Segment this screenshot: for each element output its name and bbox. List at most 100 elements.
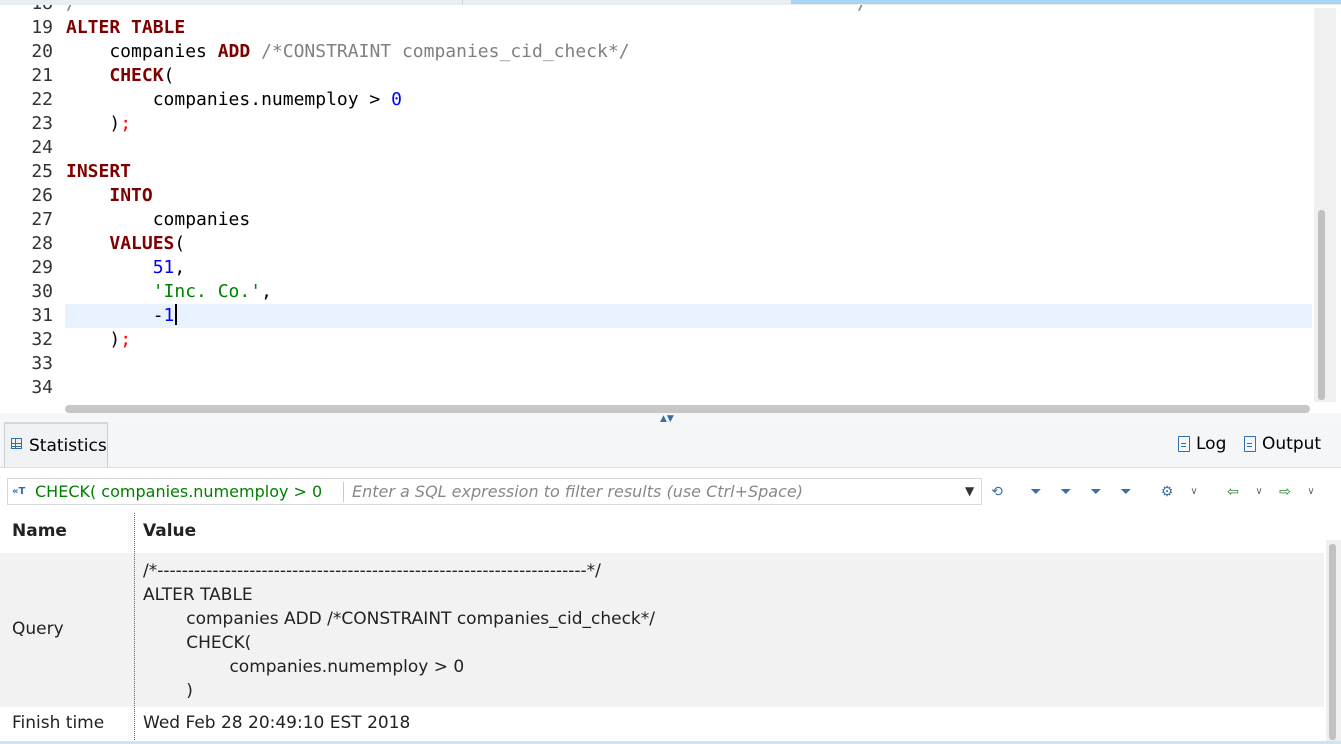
editor-line[interactable]: 27 companies — [0, 208, 1312, 232]
line-code[interactable]: ); — [65, 328, 1312, 352]
column-divider[interactable] — [134, 513, 135, 744]
code-token: VALUES — [109, 233, 175, 254]
code-token: , — [261, 281, 272, 302]
line-code[interactable]: companies ADD /*CONSTRAINT companies_cid… — [65, 40, 1312, 64]
code-token: INSERT — [66, 161, 132, 182]
line-number: 31 — [31, 305, 53, 326]
line-number: 27 — [31, 209, 53, 230]
arrow-right-icon[interactable]: ⇨ — [1274, 481, 1296, 503]
grid-vertical-scroll-thumb[interactable] — [1329, 544, 1336, 740]
tab-log-label: Log — [1196, 434, 1227, 454]
code-token: /*CONSTRAINT companies_cid_check*/ — [250, 41, 630, 62]
refresh-icon[interactable]: ⟲ — [986, 481, 1008, 503]
line-code[interactable]: companies.numemploy > 0 — [65, 88, 1312, 112]
line-number: 20 — [31, 41, 53, 62]
filter-history-icon[interactable]: ⏷ — [1085, 481, 1107, 503]
grid-vertical-scrollbar[interactable] — [1326, 540, 1341, 744]
code-token: 1 — [163, 305, 175, 326]
query-value-line: companies.numemploy > 0 — [143, 657, 465, 677]
code-token: ( — [174, 233, 186, 254]
editor-line[interactable]: 20 companies ADD /*CONSTRAINT companies_… — [0, 40, 1312, 64]
line-number: 22 — [31, 89, 53, 110]
line-code[interactable] — [65, 136, 1312, 160]
filter-placeholder[interactable]: Enter a SQL expression to filter results… — [352, 482, 803, 501]
table-row[interactable]: Query /*--------------------------------… — [0, 553, 1324, 707]
editor-line[interactable]: 28 VALUES( — [0, 232, 1312, 256]
chevron-down-icon[interactable]: ∨ — [1183, 481, 1205, 503]
editor-vertical-scroll-thumb[interactable] — [1318, 210, 1325, 400]
chevron-down-icon[interactable]: ▼ — [965, 484, 974, 498]
line-code[interactable]: companies — [65, 208, 1312, 232]
tab-statistics[interactable]: Statistics — [4, 422, 108, 467]
line-number: 24 — [31, 137, 53, 158]
editor-line[interactable]: 21 CHECK( — [0, 64, 1312, 88]
line-code[interactable] — [65, 376, 1312, 400]
line-code[interactable]: -1 — [65, 304, 1312, 328]
filter-apply-icon[interactable]: ⏷ — [1025, 481, 1047, 503]
filter-clear-icon[interactable]: ⏷ — [1055, 481, 1077, 503]
editor-line[interactable]: 23 ); — [0, 112, 1312, 136]
table-icon — [11, 438, 22, 449]
line-code[interactable]: INTO — [65, 184, 1312, 208]
code-token: 0 — [391, 89, 402, 110]
filter-active-text[interactable]: CHECK( companies.numemploy > 0 — [35, 482, 322, 501]
query-value-line: ALTER TABLE — [143, 585, 253, 605]
query-value-line: /*--------------------------------------… — [143, 561, 601, 581]
filter-input[interactable]: «T CHECK( companies.numemploy > 0 Enter … — [7, 478, 982, 505]
editor-line[interactable]: 29 51, — [0, 256, 1312, 280]
editor-line[interactable]: 19 ALTER TABLE — [0, 16, 1312, 40]
editor-line[interactable]: 18 /*------------------------------------… — [0, 5, 1312, 16]
row-name-query: Query — [12, 619, 64, 639]
line-number: 33 — [31, 353, 53, 374]
editor-line[interactable]: 34 — [0, 376, 1312, 400]
editor-line[interactable]: 22 companies.numemploy > 0 — [0, 88, 1312, 112]
editor-tab-segment[interactable] — [0, 0, 463, 4]
line-number: 23 — [31, 113, 53, 134]
sql-editor[interactable]: 18 /*------------------------------------… — [0, 5, 1341, 408]
arrow-left-icon[interactable]: ⇦ — [1222, 481, 1244, 503]
chevron-down-icon[interactable]: ∨ — [1300, 481, 1322, 503]
tab-statistics-label: Statistics — [29, 436, 107, 456]
filter-settings-icon[interactable]: ⏷ — [1115, 481, 1137, 503]
code-token: 'Inc. Co.' — [152, 281, 262, 302]
line-code[interactable]: 51, — [65, 256, 1312, 280]
results-tab-bar: Statistics Log Output — [0, 422, 1341, 468]
line-code[interactable] — [65, 352, 1312, 376]
chevron-down-icon[interactable]: ∨ — [1248, 481, 1270, 503]
editor-line[interactable]: 31 -1 — [0, 304, 1312, 328]
editor-line[interactable]: 26 INTO — [0, 184, 1312, 208]
line-code[interactable]: 'Inc. Co.', — [65, 280, 1312, 304]
filter-bar: «T CHECK( companies.numemploy > 0 Enter … — [0, 478, 1341, 506]
editor-line[interactable]: 25 INSERT — [0, 160, 1312, 184]
code-token: companies — [66, 209, 251, 230]
query-value-line: CHECK( — [143, 633, 252, 653]
code-token: INTO — [109, 185, 153, 206]
editor-line[interactable]: 30 'Inc. Co.', — [0, 280, 1312, 304]
editor-line[interactable]: 24 — [0, 136, 1312, 160]
editor-vertical-scrollbar[interactable] — [1314, 8, 1336, 402]
panels-icon[interactable]: ⚙ — [1156, 481, 1178, 503]
editor-tab-segment[interactable] — [462, 0, 793, 4]
line-number: 29 — [31, 257, 53, 278]
column-header-value[interactable]: Value — [143, 513, 196, 551]
line-code[interactable]: INSERT — [65, 160, 1312, 184]
line-code[interactable]: ALTER TABLE — [65, 16, 1312, 40]
line-number: 18 — [0, 5, 53, 16]
table-row[interactable]: Finish time Wed Feb 28 20:49:10 EST 2018 — [0, 711, 1324, 739]
line-code[interactable]: /*--------------------------------------… — [65, 5, 1312, 16]
line-code[interactable]: ); — [65, 112, 1312, 136]
code-token: ALTER TABLE — [66, 17, 186, 38]
line-code[interactable]: VALUES( — [65, 232, 1312, 256]
code-token: ; — [120, 113, 132, 134]
column-header-name[interactable]: Name — [12, 513, 67, 551]
editor-line[interactable]: 32 ); — [0, 328, 1312, 352]
statistics-grid: Name Value Query /*---------------------… — [0, 513, 1341, 744]
line-code[interactable]: CHECK( — [65, 64, 1312, 88]
editor-line[interactable]: 33 — [0, 352, 1312, 376]
editor-horizontal-scrollbar[interactable] — [65, 405, 1310, 413]
code-token: 51 — [152, 257, 175, 278]
line-number: 32 — [31, 329, 53, 350]
